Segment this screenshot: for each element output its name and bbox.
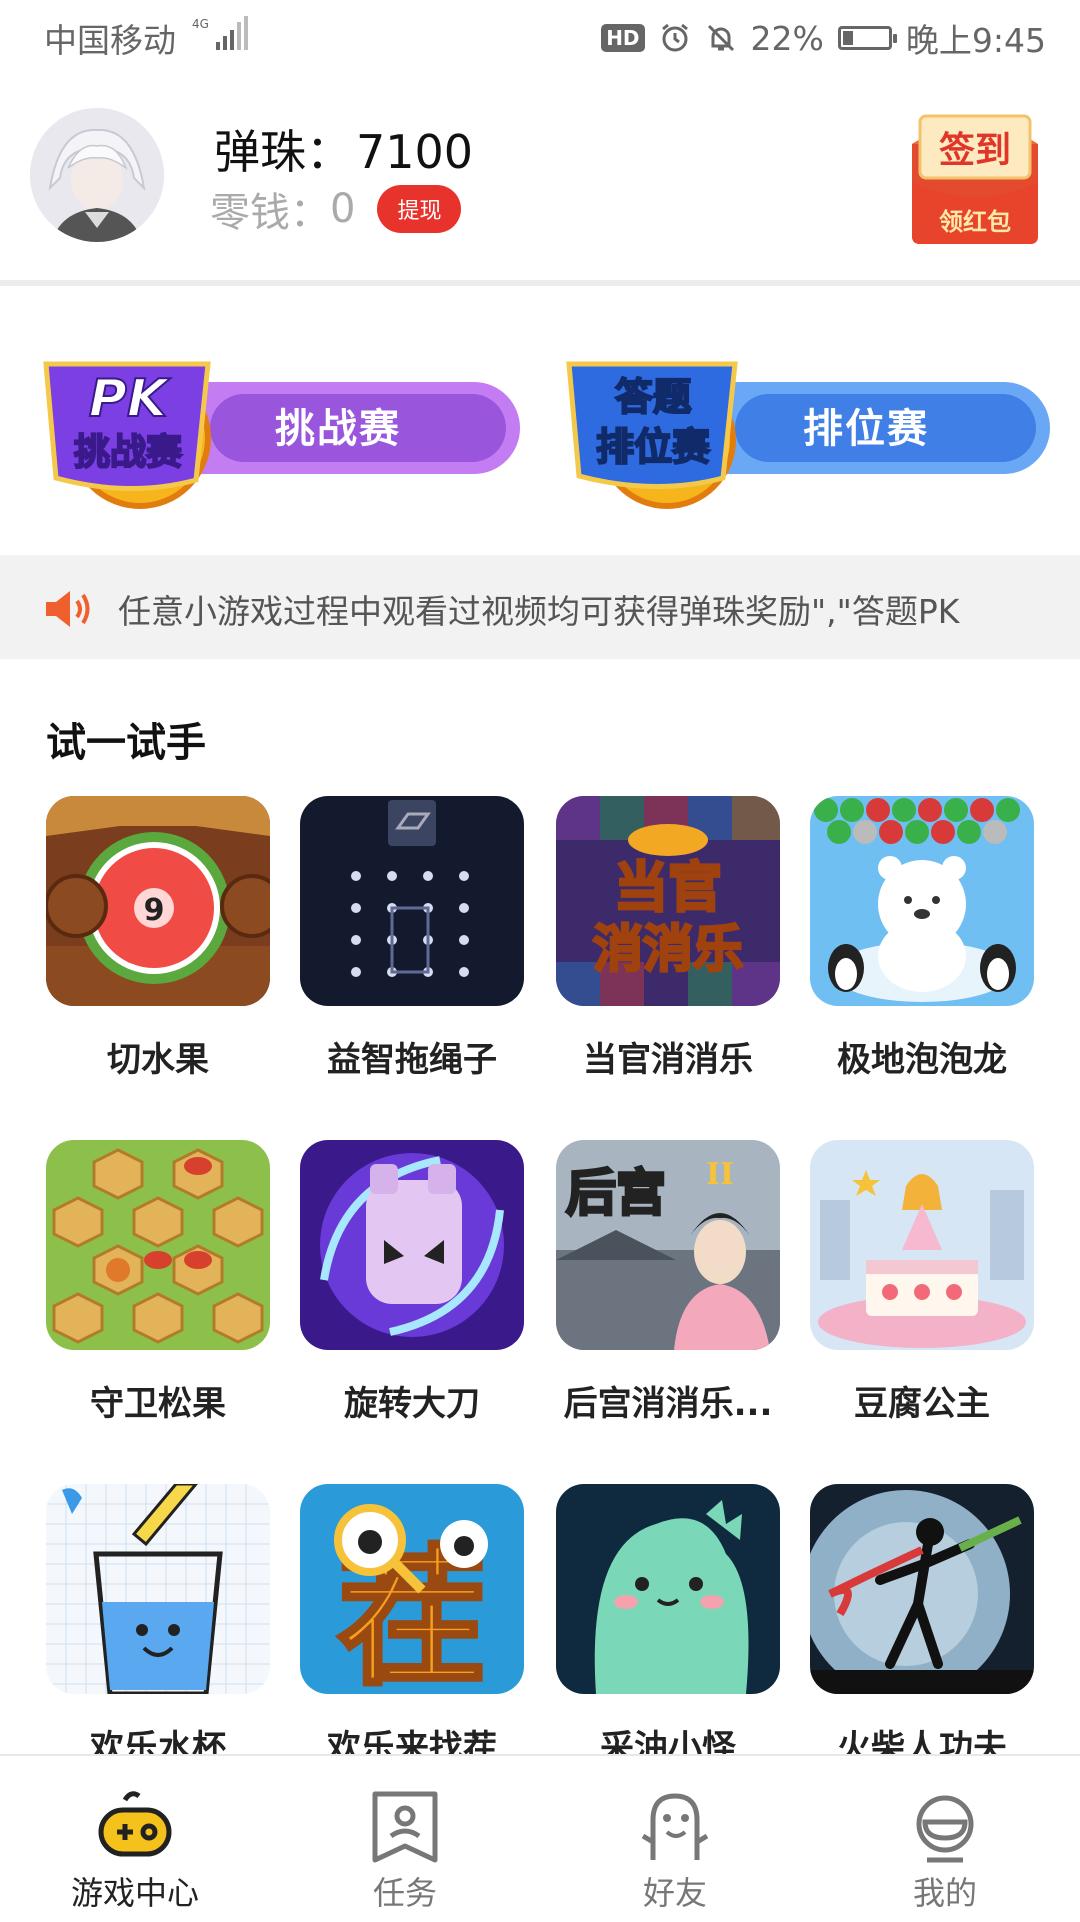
pk-challenge-badge: PK 挑战赛 bbox=[43, 361, 211, 509]
marble-balance: 弹珠：7100 bbox=[210, 116, 473, 182]
game-tile-fruit-slice[interactable]: 9 切水果 bbox=[46, 796, 270, 1081]
nav-label: 好友 bbox=[642, 1874, 707, 1912]
change-label: 零钱： bbox=[210, 190, 330, 236]
pk-challenge-button[interactable]: 挑战赛 PK 挑战赛 bbox=[30, 350, 520, 510]
game-name: 极地泡泡龙 bbox=[837, 1040, 1007, 1080]
header-divider bbox=[0, 280, 1080, 286]
game-name: 旋转大刀 bbox=[344, 1384, 480, 1424]
user-header: 弹珠：7100 零钱： 0 提现 签到 领红包 bbox=[0, 76, 1080, 280]
game-tile-rope-puzzle[interactable]: 益智拖绳子 bbox=[300, 796, 524, 1081]
battery-icon bbox=[837, 26, 897, 50]
rank-badge-top: 答题 bbox=[615, 375, 691, 419]
ranked-match-badge: 答题 排位赛 bbox=[566, 361, 738, 509]
checkin-label: 签到 bbox=[939, 130, 1011, 171]
speaker-icon bbox=[46, 591, 90, 627]
mute-bell-icon bbox=[707, 24, 734, 52]
game-name: 豆腐公主 bbox=[854, 1384, 990, 1424]
battery-percent: 22% bbox=[750, 18, 824, 58]
palace-numeral: II bbox=[706, 1157, 734, 1192]
game-name: 当官消消乐 bbox=[583, 1040, 753, 1080]
notice-text: 任意小游戏过程中观看过视频均可获得弹珠奖励","答题PK bbox=[118, 592, 960, 631]
stickman-kungfu-icon bbox=[810, 1484, 1034, 1694]
change-balance: 零钱： 0 提现 bbox=[210, 180, 462, 238]
rank-badge-bottom: 排位赛 bbox=[596, 425, 711, 469]
game-name: 益智拖绳子 bbox=[327, 1040, 497, 1080]
palace-title: 后宫 bbox=[566, 1163, 666, 1222]
withdraw-button[interactable]: 提现 bbox=[377, 185, 462, 233]
official-match-icon: 当官 消消乐 bbox=[556, 796, 780, 1006]
pk-badge-top: PK bbox=[89, 369, 171, 429]
clock: 晚上9:45 bbox=[905, 21, 1046, 60]
avatar[interactable] bbox=[30, 108, 164, 242]
palace-match-icon: 后宫 II bbox=[556, 1140, 780, 1350]
official-sub: 消消乐 bbox=[593, 920, 743, 978]
change-value: 0 bbox=[330, 186, 356, 232]
pk-badge-bottom: 挑战赛 bbox=[74, 432, 183, 473]
ranked-match-label: 排位赛 bbox=[803, 406, 929, 452]
network-type: 4G bbox=[192, 17, 209, 31]
notice-bar[interactable]: 任意小游戏过程中观看过视频均可获得弹珠奖励","答题PK bbox=[0, 555, 1080, 659]
game-tile-palace-match[interactable]: 后宫 II 后宫消消乐... bbox=[556, 1140, 780, 1425]
spinning-blade-icon bbox=[300, 1140, 524, 1350]
watermelon-number: 9 bbox=[144, 893, 165, 928]
game-tile-stickman-kungfu[interactable]: 火柴人功夫 bbox=[810, 1484, 1034, 1769]
oil-monster-icon bbox=[556, 1484, 780, 1694]
fruit-slice-icon: 9 bbox=[46, 796, 270, 1006]
hd-icon: HD bbox=[601, 24, 645, 52]
tofu-princess-icon bbox=[810, 1140, 1034, 1350]
guard-pinecone-icon bbox=[46, 1140, 270, 1350]
game-tile-spot-difference[interactable]: 茬 欢乐来找茬 bbox=[300, 1484, 524, 1769]
friends-icon bbox=[641, 1793, 709, 1860]
polar-bubble-icon bbox=[810, 796, 1034, 1006]
game-tile-guard-pinecone[interactable]: 守卫松果 bbox=[46, 1140, 270, 1425]
pk-challenge-label: 挑战赛 bbox=[275, 406, 401, 452]
game-name: 切水果 bbox=[107, 1040, 209, 1080]
marbles-value: 7100 bbox=[356, 125, 474, 179]
ranked-match-button[interactable]: 排位赛 答题 排位赛 bbox=[555, 350, 1050, 510]
signal-icon: 4G bbox=[192, 16, 248, 50]
red-envelope-label: 领红包 bbox=[939, 208, 1011, 236]
task-icon bbox=[372, 1791, 438, 1863]
game-tile-oil-monster[interactable]: 采油小怪 bbox=[556, 1484, 780, 1769]
official-title: 当官 bbox=[614, 856, 722, 919]
nav-label: 我的 bbox=[912, 1874, 977, 1912]
nav-tab-tasks[interactable]: 任务 bbox=[270, 1756, 540, 1922]
section-title: 试一试手 bbox=[46, 720, 206, 766]
game-tile-spinning-blade[interactable]: 旋转大刀 bbox=[300, 1140, 524, 1425]
rope-puzzle-icon bbox=[300, 796, 524, 1006]
happy-cup-icon bbox=[46, 1484, 270, 1694]
marbles-label: 弹珠： bbox=[214, 125, 352, 179]
bottom-navigation: 游戏中心 任务 好友 我的 bbox=[0, 1754, 1080, 1922]
profile-icon bbox=[916, 1795, 974, 1863]
nav-tab-friends[interactable]: 好友 bbox=[540, 1756, 810, 1922]
game-tile-polar-bubble[interactable]: 极地泡泡龙 bbox=[810, 796, 1034, 1081]
game-tile-tofu-princess[interactable]: 豆腐公主 bbox=[810, 1140, 1034, 1425]
alarm-icon bbox=[661, 23, 688, 52]
game-name: 守卫松果 bbox=[90, 1384, 226, 1424]
nav-tab-profile[interactable]: 我的 bbox=[810, 1756, 1080, 1922]
game-tile-official-match[interactable]: 当官 消消乐 当官消消乐 bbox=[556, 796, 780, 1081]
spot-difference-icon: 茬 bbox=[300, 1484, 524, 1694]
nav-label: 任务 bbox=[372, 1874, 437, 1912]
game-name: 后宫消消乐... bbox=[563, 1384, 773, 1424]
nav-label: 游戏中心 bbox=[70, 1874, 199, 1912]
game-tile-happy-cup[interactable]: 欢乐水杯 bbox=[46, 1484, 270, 1769]
gamepad-icon bbox=[98, 1791, 172, 1857]
status-bar: 中国移动 4G HD 22% 晚上9:45 bbox=[0, 0, 1080, 76]
checkin-red-envelope-button[interactable]: 签到 领红包 bbox=[906, 104, 1044, 246]
carrier-name: 中国移动 bbox=[44, 21, 176, 60]
nav-tab-game-center[interactable]: 游戏中心 bbox=[0, 1756, 270, 1922]
